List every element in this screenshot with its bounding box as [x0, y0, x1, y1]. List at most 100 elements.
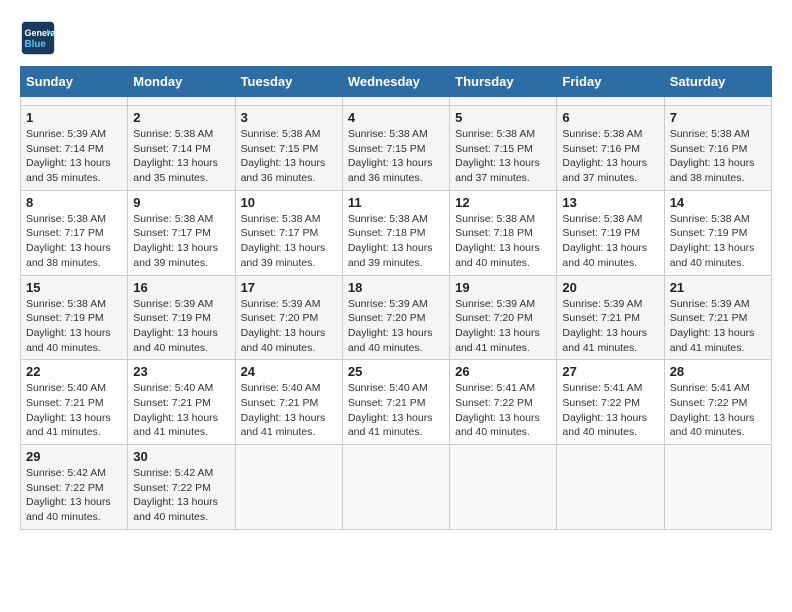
day-info: Sunrise: 5:38 AMSunset: 7:18 PMDaylight:… [348, 212, 444, 271]
calendar-table: SundayMondayTuesdayWednesdayThursdayFrid… [20, 66, 772, 530]
calendar-cell [664, 445, 771, 530]
day-info: Sunrise: 5:42 AMSunset: 7:22 PMDaylight:… [133, 466, 229, 525]
day-info: Sunrise: 5:38 AMSunset: 7:17 PMDaylight:… [241, 212, 337, 271]
day-number: 2 [133, 110, 229, 125]
calendar-cell: 10 Sunrise: 5:38 AMSunset: 7:17 PMDayligh… [235, 190, 342, 275]
calendar-cell: 11 Sunrise: 5:38 AMSunset: 7:18 PMDayligh… [342, 190, 449, 275]
column-header-tuesday: Tuesday [235, 67, 342, 97]
day-info: Sunrise: 5:41 AMSunset: 7:22 PMDaylight:… [455, 381, 551, 440]
day-info: Sunrise: 5:39 AMSunset: 7:20 PMDaylight:… [348, 297, 444, 356]
calendar-cell: 27Sunrise: 5:41 AMSunset: 7:22 PMDayligh… [557, 360, 664, 445]
calendar-cell: 29Sunrise: 5:42 AMSunset: 7:22 PMDayligh… [21, 445, 128, 530]
day-number: 28 [670, 364, 766, 379]
day-info: Sunrise: 5:39 AMSunset: 7:20 PMDaylight:… [455, 297, 551, 356]
page-header: General Blue [20, 20, 772, 56]
column-header-sunday: Sunday [21, 67, 128, 97]
calendar-cell: 14 Sunrise: 5:38 AMSunset: 7:19 PMDayligh… [664, 190, 771, 275]
day-info: Sunrise: 5:38 AMSunset: 7:19 PMDaylight:… [26, 297, 122, 356]
calendar-row-2: 8 Sunrise: 5:38 AMSunset: 7:17 PMDaylight… [21, 190, 772, 275]
day-number: 24 [241, 364, 337, 379]
day-info: Sunrise: 5:41 AMSunset: 7:22 PMDaylight:… [670, 381, 766, 440]
day-info: Sunrise: 5:38 AMSunset: 7:18 PMDaylight:… [455, 212, 551, 271]
day-info: Sunrise: 5:38 AMSunset: 7:16 PMDaylight:… [562, 127, 658, 186]
calendar-row-4: 22 Sunrise: 5:40 AMSunset: 7:21 PMDayligh… [21, 360, 772, 445]
day-number: 7 [670, 110, 766, 125]
calendar-cell: 12Sunrise: 5:38 AMSunset: 7:18 PMDayligh… [450, 190, 557, 275]
logo-icon: General Blue [20, 20, 56, 56]
day-info: Sunrise: 5:41 AMSunset: 7:22 PMDaylight:… [562, 381, 658, 440]
day-number: 16 [133, 280, 229, 295]
calendar-cell: 18 Sunrise: 5:39 AMSunset: 7:20 PMDayligh… [342, 275, 449, 360]
calendar-cell: 20 Sunrise: 5:39 AMSunset: 7:21 PMDayligh… [557, 275, 664, 360]
day-number: 1 [26, 110, 122, 125]
day-number: 15 [26, 280, 122, 295]
day-number: 22 [26, 364, 122, 379]
day-info: Sunrise: 5:38 AMSunset: 7:17 PMDaylight:… [26, 212, 122, 271]
day-info: Sunrise: 5:40 AMSunset: 7:21 PMDaylight:… [348, 381, 444, 440]
day-number: 20 [562, 280, 658, 295]
day-info: Sunrise: 5:38 AMSunset: 7:19 PMDaylight:… [562, 212, 658, 271]
calendar-cell: 6 Sunrise: 5:38 AMSunset: 7:16 PMDaylight… [557, 106, 664, 191]
day-number: 9 [133, 195, 229, 210]
calendar-cell: 8 Sunrise: 5:38 AMSunset: 7:17 PMDaylight… [21, 190, 128, 275]
calendar-cell [235, 97, 342, 106]
calendar-cell: 23 Sunrise: 5:40 AMSunset: 7:21 PMDayligh… [128, 360, 235, 445]
day-info: Sunrise: 5:38 AMSunset: 7:15 PMDaylight:… [241, 127, 337, 186]
day-number: 10 [241, 195, 337, 210]
day-number: 25 [348, 364, 444, 379]
calendar-cell: 16 Sunrise: 5:39 AMSunset: 7:19 PMDayligh… [128, 275, 235, 360]
calendar-cell: 28 Sunrise: 5:41 AMSunset: 7:22 PMDayligh… [664, 360, 771, 445]
day-number: 14 [670, 195, 766, 210]
calendar-cell [342, 97, 449, 106]
day-number: 17 [241, 280, 337, 295]
day-number: 26 [455, 364, 551, 379]
calendar-cell: 1 Sunrise: 5:39 AMSunset: 7:14 PMDaylight… [21, 106, 128, 191]
calendar-header-row: SundayMondayTuesdayWednesdayThursdayFrid… [21, 67, 772, 97]
day-number: 13 [562, 195, 658, 210]
day-number: 8 [26, 195, 122, 210]
calendar-cell [557, 97, 664, 106]
day-info: Sunrise: 5:39 AMSunset: 7:19 PMDaylight:… [133, 297, 229, 356]
day-info: Sunrise: 5:39 AMSunset: 7:21 PMDaylight:… [670, 297, 766, 356]
calendar-cell: 17 Sunrise: 5:39 AMSunset: 7:20 PMDayligh… [235, 275, 342, 360]
day-number: 18 [348, 280, 444, 295]
day-info: Sunrise: 5:38 AMSunset: 7:16 PMDaylight:… [670, 127, 766, 186]
day-info: Sunrise: 5:40 AMSunset: 7:21 PMDaylight:… [133, 381, 229, 440]
calendar-cell: 30 Sunrise: 5:42 AMSunset: 7:22 PMDayligh… [128, 445, 235, 530]
day-number: 23 [133, 364, 229, 379]
day-number: 30 [133, 449, 229, 464]
calendar-row-0 [21, 97, 772, 106]
calendar-cell: 4Sunrise: 5:38 AMSunset: 7:15 PMDaylight… [342, 106, 449, 191]
day-number: 5 [455, 110, 551, 125]
column-header-wednesday: Wednesday [342, 67, 449, 97]
day-number: 29 [26, 449, 122, 464]
day-number: 6 [562, 110, 658, 125]
calendar-cell: 22 Sunrise: 5:40 AMSunset: 7:21 PMDayligh… [21, 360, 128, 445]
calendar-cell: 3 Sunrise: 5:38 AMSunset: 7:15 PMDaylight… [235, 106, 342, 191]
day-info: Sunrise: 5:40 AMSunset: 7:21 PMDaylight:… [26, 381, 122, 440]
svg-text:General: General [25, 28, 57, 38]
calendar-cell: 15 Sunrise: 5:38 AMSunset: 7:19 PMDayligh… [21, 275, 128, 360]
day-info: Sunrise: 5:39 AMSunset: 7:14 PMDaylight:… [26, 127, 122, 186]
day-info: Sunrise: 5:38 AMSunset: 7:17 PMDaylight:… [133, 212, 229, 271]
calendar-cell: 5Sunrise: 5:38 AMSunset: 7:15 PMDaylight… [450, 106, 557, 191]
calendar-cell: 2Sunrise: 5:38 AMSunset: 7:14 PMDaylight… [128, 106, 235, 191]
calendar-cell: 13 Sunrise: 5:38 AMSunset: 7:19 PMDayligh… [557, 190, 664, 275]
calendar-cell [21, 97, 128, 106]
day-number: 4 [348, 110, 444, 125]
day-number: 21 [670, 280, 766, 295]
calendar-cell [664, 97, 771, 106]
calendar-cell [342, 445, 449, 530]
day-number: 11 [348, 195, 444, 210]
day-number: 3 [241, 110, 337, 125]
calendar-cell: 19Sunrise: 5:39 AMSunset: 7:20 PMDayligh… [450, 275, 557, 360]
column-header-thursday: Thursday [450, 67, 557, 97]
day-info: Sunrise: 5:39 AMSunset: 7:21 PMDaylight:… [562, 297, 658, 356]
column-header-monday: Monday [128, 67, 235, 97]
day-info: Sunrise: 5:38 AMSunset: 7:19 PMDaylight:… [670, 212, 766, 271]
calendar-row-1: 1 Sunrise: 5:39 AMSunset: 7:14 PMDaylight… [21, 106, 772, 191]
logo: General Blue [20, 20, 62, 56]
calendar-cell [450, 445, 557, 530]
day-info: Sunrise: 5:40 AMSunset: 7:21 PMDaylight:… [241, 381, 337, 440]
day-info: Sunrise: 5:39 AMSunset: 7:20 PMDaylight:… [241, 297, 337, 356]
